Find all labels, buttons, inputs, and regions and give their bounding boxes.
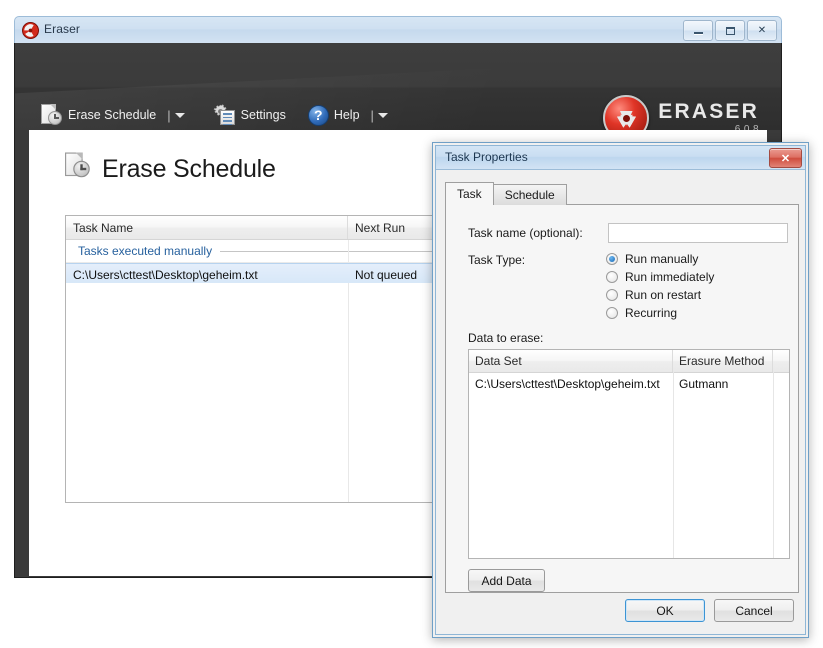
task-properties-dialog: Task Properties ✕ Task Schedule Task nam… (432, 142, 809, 638)
radio-button-icon (606, 253, 618, 265)
toolbar-help-button[interactable]: ? Help (304, 103, 364, 128)
radio-button-icon (606, 289, 618, 301)
task-type-radio-group: Run manually Run immediately Run on rest… (606, 250, 714, 322)
toolbar-items: Erase Schedule | Settings ? Help | (37, 100, 398, 130)
radio-run-immediately[interactable]: Run immediately (606, 268, 714, 286)
toolbar-settings-button[interactable]: Settings (209, 102, 290, 128)
data-set-table-header: Data Set Erasure Method (469, 350, 789, 373)
restore-button[interactable] (715, 20, 745, 41)
toolbar-separator-2: | (370, 107, 374, 123)
eraser-radioactive-icon (22, 22, 39, 39)
brand-name: ERASER (658, 100, 759, 123)
task-name-input[interactable] (608, 223, 788, 243)
group-column-divider (348, 240, 349, 262)
schedule-document-clock-icon (41, 103, 63, 127)
cell-erasure-method: Gutmann (679, 377, 729, 391)
toolbar-erase-schedule-label: Erase Schedule (68, 108, 157, 122)
dialog-footer: OK Cancel (625, 599, 794, 622)
radio-run-manually[interactable]: Run manually (606, 250, 714, 268)
toolbar-erase-schedule-button[interactable]: Erase Schedule (37, 101, 160, 129)
radio-recurring[interactable]: Recurring (606, 304, 714, 322)
tab-schedule[interactable]: Schedule (492, 184, 567, 205)
page-title-schedule-icon (65, 151, 96, 186)
help-question-icon: ? (307, 104, 329, 126)
close-button[interactable]: ✕ (747, 20, 777, 41)
radioactive-trefoil-icon (603, 95, 650, 130)
eraser-brand: ERASER 6.0.8 (603, 95, 759, 130)
ok-label: OK (656, 603, 674, 618)
toolbar-separator-1: | (167, 107, 171, 123)
restore-icon (716, 21, 744, 40)
cell-data-set: C:\Users\cttest\Desktop\geheim.txt (475, 377, 660, 391)
caption-button-group: ✕ (683, 20, 777, 41)
add-data-label: Add Data (481, 573, 532, 588)
tab-task-label: Task (457, 187, 482, 201)
dialog-body: Task Schedule Task name (optional): Task… (436, 170, 805, 634)
close-icon: ✕ (757, 25, 767, 36)
tab-schedule-label: Schedule (504, 188, 555, 202)
radio-button-icon (606, 271, 618, 283)
toolbar-help-label: Help (333, 108, 360, 122)
page-header: Erase Schedule (65, 151, 276, 186)
brand-text-block: ERASER 6.0.8 (658, 101, 759, 130)
gear-list-icon (213, 104, 236, 126)
help-chevron-down-icon[interactable] (377, 112, 388, 118)
dialog-tabstrip: Task Schedule (445, 182, 567, 205)
column-header-data-extra[interactable] (773, 350, 789, 372)
main-window-title: Eraser (44, 22, 80, 36)
radio-button-icon (606, 307, 618, 319)
task-type-label: Task Type: (468, 253, 526, 267)
task-name-label: Task name (optional): (468, 226, 583, 240)
main-window-titlebar[interactable]: Eraser ✕ (14, 16, 782, 43)
data-set-table[interactable]: Data Set Erasure Method C:\Users\cttest\… (468, 349, 790, 559)
data-to-erase-label: Data to erase: (468, 331, 544, 345)
tab-panel-task: Task name (optional): Task Type: Run man… (445, 204, 799, 593)
dialog-frame: Task Properties ✕ Task Schedule Task nam… (435, 145, 806, 635)
radio-run-on-restart[interactable]: Run on restart (606, 286, 714, 304)
main-toolbar: Erase Schedule | Settings ? Help | ERASE… (15, 43, 781, 130)
minimize-icon (684, 21, 712, 40)
tab-task[interactable]: Task (445, 182, 494, 205)
column-header-erasure-method[interactable]: Erasure Method (673, 350, 773, 372)
cancel-label: Cancel (735, 603, 773, 618)
cancel-button[interactable]: Cancel (714, 599, 794, 622)
toolbar-settings-label: Settings (240, 108, 286, 122)
column-header-data-set[interactable]: Data Set (469, 350, 673, 372)
screen-root: Eraser ✕ Erase Schedule | Settings ? Hel… (0, 0, 823, 648)
table-row[interactable]: C:\Users\cttest\Desktop\geheim.txt Gutma… (469, 373, 789, 395)
radio-run-immediately-label: Run immediately (625, 270, 715, 284)
list-glyph (219, 110, 235, 125)
radio-recurring-label: Recurring (625, 306, 678, 320)
dialog-close-button[interactable]: ✕ (769, 148, 802, 168)
column-header-task-name[interactable]: Task Name (66, 216, 348, 239)
radio-run-manually-label: Run manually (625, 252, 699, 266)
dialog-title: Task Properties (445, 150, 528, 164)
page-title: Erase Schedule (102, 154, 276, 183)
erase-schedule-chevron-down-icon[interactable] (174, 112, 185, 118)
task-group-label: Tasks executed manually (78, 244, 213, 258)
dialog-titlebar[interactable]: Task Properties ✕ (436, 146, 805, 170)
close-icon: ✕ (780, 152, 791, 165)
add-data-button[interactable]: Add Data (468, 569, 545, 592)
cell-task-name: C:\Users\cttest\Desktop\geheim.txt (73, 267, 258, 282)
minimize-button[interactable] (683, 20, 713, 41)
radio-run-on-restart-label: Run on restart (625, 288, 702, 302)
task-name-row: Task name (optional): (468, 223, 788, 243)
ok-button[interactable]: OK (625, 599, 705, 622)
data-set-grid-lines (469, 372, 789, 558)
